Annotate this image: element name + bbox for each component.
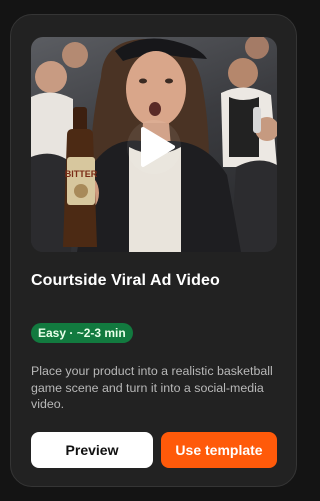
difficulty-badge: Easy · ~2-3 min bbox=[31, 323, 133, 343]
play-button[interactable] bbox=[127, 119, 181, 174]
preview-button[interactable]: Preview bbox=[31, 432, 153, 468]
bottle-label: BITTER bbox=[65, 169, 98, 179]
template-card[interactable]: BITTER Courtside Viral Ad Video Easy · ~… bbox=[10, 14, 297, 487]
play-icon bbox=[141, 126, 175, 167]
video-thumbnail[interactable]: BITTER bbox=[31, 37, 277, 252]
use-template-button[interactable]: Use template bbox=[161, 432, 277, 468]
card-title: Courtside Viral Ad Video bbox=[31, 272, 220, 289]
card-description: Place your product into a realistic bask… bbox=[31, 364, 273, 411]
